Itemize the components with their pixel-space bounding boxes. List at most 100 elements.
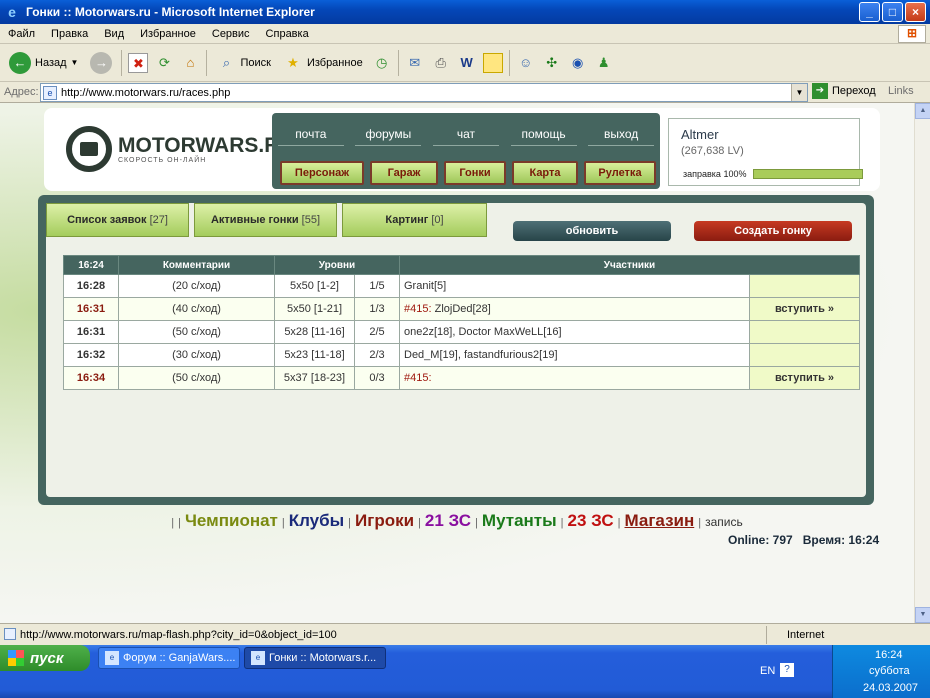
site-logo[interactable]: MOTORWARS.RU СКОРОСТЬ ОН-ЛАЙН [66, 126, 295, 172]
globe-icon[interactable]: ◉ [568, 53, 588, 73]
race-levels: 5x28 [11-16] [274, 320, 355, 344]
edit-icon[interactable]: W [457, 53, 477, 73]
links-button[interactable]: Links [888, 85, 914, 97]
clock-time[interactable]: 16:24 [875, 649, 903, 661]
footer-link[interactable]: 23 ЗС [568, 511, 614, 531]
race-participants: #415: ZlojDed[28] [399, 297, 750, 321]
user-balance: (267,638 LV) [681, 145, 744, 157]
join-race-button[interactable]: вступить » [749, 366, 860, 390]
fuel-bar [753, 169, 863, 179]
create-race-button[interactable]: Создать гонку [694, 221, 852, 241]
race-id: #415: [404, 303, 432, 315]
tab-active-races[interactable]: Активные гонки [55] [194, 203, 337, 237]
footer-link[interactable]: Мутанты [482, 511, 557, 531]
level-range: [18-23] [310, 372, 346, 384]
language-indicator[interactable]: EN [760, 665, 775, 677]
footer-link[interactable]: 21 ЗС [425, 511, 471, 531]
menu-tools[interactable]: Сервис [204, 28, 258, 40]
back-button[interactable]: ← Назад ▼ [6, 48, 81, 78]
separator: | [281, 517, 285, 529]
nav-character[interactable]: Персонаж [280, 161, 364, 185]
history-icon[interactable]: ◷ [372, 53, 392, 73]
tab-race-requests[interactable]: Список заявок [27] [46, 203, 189, 237]
header-time: 16:24 [63, 255, 119, 275]
join-race-button[interactable]: вступить » [749, 297, 860, 321]
race-id: #415: [404, 372, 432, 384]
refresh-button[interactable]: обновить [513, 221, 671, 241]
nav-forums[interactable]: форумы [355, 123, 422, 146]
print-icon[interactable]: ⎙ [431, 53, 451, 73]
footer-link[interactable]: Игроки [355, 511, 414, 531]
users-icon[interactable]: ♟ [594, 53, 614, 73]
user-name[interactable]: Altmer [681, 127, 719, 142]
race-slots: 2/3 [354, 343, 400, 367]
race-levels: 5x23 [11-18] [274, 343, 355, 367]
favorites-button[interactable]: ★ Избранное [280, 48, 366, 78]
menu-help[interactable]: Справка [258, 28, 317, 40]
scroll-down-icon[interactable]: ▼ [915, 607, 930, 623]
messenger-icon[interactable]: ☺ [516, 53, 536, 73]
participant-name[interactable]: Granit [404, 280, 434, 292]
task-motorwars-races[interactable]: e Гонки :: Motorwars.r... [244, 647, 386, 669]
participant-name[interactable]: fastandfurious2 [464, 349, 539, 361]
participant-name[interactable]: Doctor MaxWeLL [458, 326, 543, 338]
nav-chat[interactable]: чат [432, 123, 499, 146]
menu-view[interactable]: Вид [96, 28, 132, 40]
track-size: 5x28 [284, 326, 309, 338]
help-icon[interactable]: ? [780, 663, 794, 677]
ie-task-icon: e [251, 651, 265, 665]
footer-link[interactable]: Клубы [289, 511, 344, 531]
nav-map[interactable]: Карта [512, 161, 578, 185]
nav-races[interactable]: Гонки [444, 161, 506, 185]
race-comment: (40 с/ход) [118, 297, 275, 321]
menu-edit[interactable]: Правка [43, 28, 96, 40]
nav-roulette[interactable]: Рулетка [584, 161, 656, 185]
track-size: 5x23 [284, 349, 309, 361]
online-status: Online: 797 Время: 16:24 [728, 533, 879, 547]
star-icon: ★ [287, 54, 299, 70]
participant-name[interactable]: one2z [404, 326, 434, 338]
nav-help[interactable]: помощь [510, 123, 577, 146]
menu-file[interactable]: Файл [0, 28, 43, 40]
tab-karting[interactable]: Картинг [0] [342, 203, 487, 237]
minimize-button[interactable]: _ [859, 2, 880, 22]
nav-mail[interactable]: почта [277, 123, 344, 146]
taskbar: пуск e Форум :: GanjaWars.... e Гонки ::… [0, 645, 930, 698]
signup-link[interactable]: запись [705, 515, 743, 529]
nav-garage[interactable]: Гараж [370, 161, 438, 185]
refresh-icon[interactable]: ⟳ [154, 53, 174, 73]
participant-level: [16] [543, 326, 562, 338]
address-input[interactable]: e http://www.motorwars.ru/races.php ▼ [40, 83, 808, 102]
close-button[interactable]: × [905, 2, 926, 22]
menu-favorites[interactable]: Избранное [132, 28, 204, 40]
task-forum-ganjawars[interactable]: e Форум :: GanjaWars.... [98, 647, 240, 669]
nav-logout[interactable]: выход [588, 123, 655, 146]
separator: | [475, 517, 478, 529]
race-participants: one2z[18], Doctor MaxWeLL[16] [399, 320, 750, 344]
home-icon[interactable]: ⌂ [180, 53, 200, 73]
vertical-scrollbar[interactable]: ▲ ▼ [914, 103, 930, 623]
clover-icon[interactable]: ✣ [542, 53, 562, 73]
start-button[interactable]: пуск [0, 645, 90, 671]
search-button[interactable]: ⌕ Поиск [213, 48, 273, 78]
forward-arrow-icon: → [90, 51, 113, 74]
separator: | [698, 517, 702, 529]
note-icon[interactable] [482, 52, 503, 73]
address-bar: Адрес: e http://www.motorwars.ru/races.p… [0, 82, 930, 103]
footer-link[interactable]: Магазин [625, 511, 695, 531]
stop-icon[interactable]: ✖ [128, 52, 149, 73]
separator: | [560, 517, 564, 529]
scroll-up-icon[interactable]: ▲ [915, 103, 930, 119]
go-button[interactable]: ➔ Переход [812, 83, 876, 99]
races-table: 16:24 Комментарии Уровни Участники 16:28… [63, 255, 860, 390]
participant-name[interactable]: ZlojDed [435, 303, 473, 315]
maximize-button[interactable]: □ [882, 2, 903, 22]
forward-button[interactable]: → [87, 48, 115, 78]
mail-icon[interactable]: ✉ [405, 53, 425, 73]
track-size: 5x50 [290, 280, 314, 292]
participant-name[interactable]: Ded_M [404, 349, 439, 361]
address-dropdown-icon[interactable]: ▼ [791, 84, 807, 101]
race-comment: (30 с/ход) [118, 343, 275, 367]
footer-link[interactable]: Чемпионат [185, 511, 278, 531]
back-dropdown-icon[interactable]: ▼ [71, 58, 79, 67]
